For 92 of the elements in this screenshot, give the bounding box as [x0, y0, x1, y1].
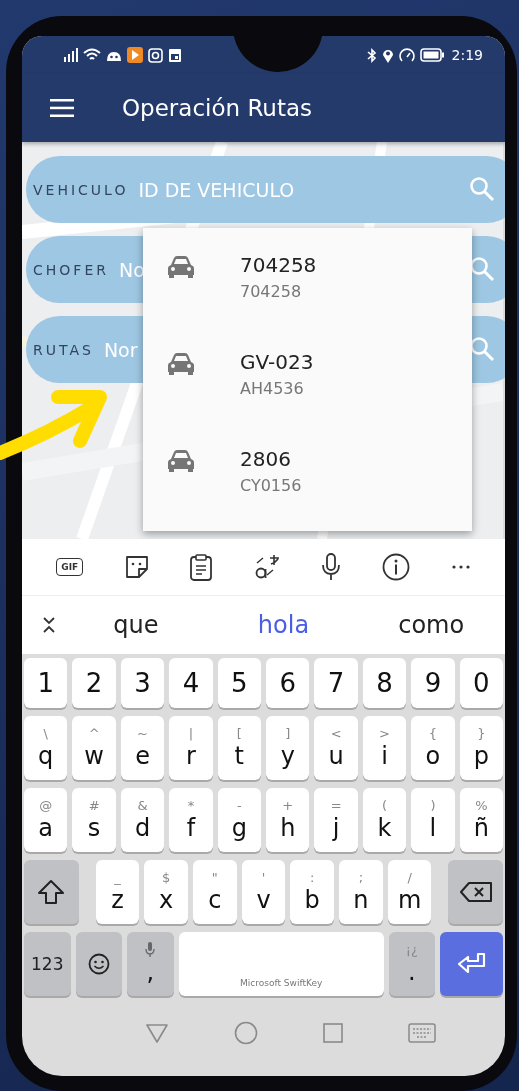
keyboard-key[interactable]: | r — [169, 716, 213, 780]
keyboard-key[interactable]: @ a — [24, 788, 68, 852]
more-icon[interactable] — [450, 564, 471, 570]
keyboard-key[interactable]: { o — [411, 716, 455, 780]
field-placeholder: Nor — [103, 338, 138, 361]
location-pin-icon — [381, 47, 394, 63]
dropdown-item[interactable]: GV-023 AH4536 — [143, 325, 472, 422]
keyboard-key[interactable]: ( k — [362, 788, 407, 852]
word-suggestion[interactable]: hola — [209, 611, 358, 639]
field-placeholder: No — [118, 258, 145, 281]
keyboard-key[interactable]: 1 — [24, 658, 68, 708]
keyboard-key[interactable]: _ z — [95, 860, 140, 924]
word-suggestion[interactable]: que — [62, 611, 210, 639]
item-title: 2806 — [240, 447, 292, 471]
keyboard-key[interactable]: + h — [266, 788, 310, 852]
car-icon — [167, 449, 195, 473]
sticker-icon[interactable] — [123, 554, 150, 580]
keyboard-key[interactable]: 5 — [217, 658, 262, 708]
item-subtitle: 704258 — [240, 282, 303, 301]
shift-icon — [37, 879, 66, 905]
keyboard-key[interactable]: 9 — [411, 658, 455, 708]
keyboard-key[interactable]: : b — [290, 860, 335, 924]
keyboard-key[interactable]: # s — [72, 788, 116, 852]
keyboard-key[interactable]: , — [127, 932, 174, 996]
back-icon[interactable] — [144, 1023, 169, 1043]
keyboard-key[interactable]: " c — [193, 860, 237, 924]
camera-icon — [148, 47, 163, 63]
keyboard-key[interactable]: * f — [169, 788, 213, 852]
info-icon[interactable] — [382, 553, 411, 581]
keyboard-key[interactable]: 8 — [362, 658, 407, 708]
keyboard-key[interactable]: > i — [362, 716, 407, 780]
smiley-icon — [87, 953, 110, 975]
keyboard-key[interactable]: 6 — [266, 658, 310, 708]
keyboard-key[interactable]: / m — [387, 860, 432, 924]
item-subtitle: CY0156 — [240, 476, 302, 495]
bluetooth-icon — [366, 47, 377, 63]
enter-icon — [455, 952, 488, 976]
status-time: 2:19 — [451, 47, 483, 63]
play-icon — [127, 47, 143, 63]
field-placeholder: ID DE VEHICULO — [138, 178, 295, 201]
keyboard-key[interactable]: = j — [314, 788, 358, 852]
microphone-icon[interactable] — [321, 553, 342, 581]
home-icon[interactable] — [233, 1021, 258, 1045]
field-label: CHOFER — [33, 261, 109, 278]
microphone-icon — [145, 942, 156, 958]
backspace-icon — [459, 882, 492, 902]
field-label: VEHICULO — [33, 181, 129, 198]
keyboard-key[interactable]: ; n — [339, 860, 383, 924]
gif-button[interactable]: GIF — [56, 558, 84, 576]
calendar-icon — [168, 47, 182, 63]
battery-icon — [419, 48, 445, 62]
car-icon — [167, 352, 195, 376]
keyboard-key[interactable]: < u — [314, 716, 358, 780]
keyboard-key[interactable]: \ q — [24, 716, 68, 780]
keyboard-key[interactable]: [ t — [217, 716, 262, 780]
item-title: GV-023 — [240, 350, 314, 374]
item-subtitle: AH4536 — [240, 379, 305, 398]
keyboard-key[interactable]: $ x — [144, 860, 188, 924]
keyboard-key[interactable]: % ñ — [459, 788, 504, 852]
car-icon — [167, 255, 195, 279]
signal-icon — [62, 48, 78, 62]
collapse-icon[interactable] — [42, 616, 56, 634]
field-label: RUTAS — [33, 341, 94, 358]
space-key[interactable]: Microsoft SwiftKey — [178, 932, 384, 996]
keyboard-key[interactable]: ' v — [241, 860, 286, 924]
clipboard-icon[interactable] — [190, 553, 213, 581]
dropdown-item[interactable]: 2806 CY0156 — [143, 422, 472, 519]
keyboard-key[interactable]: } p — [459, 716, 504, 780]
dropdown-item[interactable]: 704258 704258 — [143, 228, 472, 325]
backspace-key[interactable] — [448, 860, 504, 924]
keyboard-key[interactable]: ] y — [266, 716, 310, 780]
keyboard-key[interactable]: ^ w — [72, 716, 116, 780]
keyboard-key[interactable]: 4 — [169, 658, 213, 708]
item-title: 704258 — [240, 253, 317, 277]
keyboard-key[interactable]: - g — [217, 788, 262, 852]
search-field[interactable]: VEHICULO ID DE VEHICULO — [26, 156, 505, 223]
keyboard-key[interactable]: & d — [120, 788, 165, 852]
keyboard-key[interactable]: 3 — [120, 658, 165, 708]
emoji-key[interactable] — [75, 932, 123, 996]
keyboard-key[interactable]: 7 — [314, 658, 358, 708]
keyboard-key[interactable]: 0 — [459, 658, 504, 708]
keyboard-key[interactable]: ) l — [411, 788, 455, 852]
speedometer-icon — [398, 47, 415, 63]
word-suggestion[interactable]: como — [357, 611, 505, 639]
keyboard-key[interactable]: ¡¿ . — [388, 932, 436, 996]
keyboard-key[interactable]: 2 — [72, 658, 116, 708]
shift-key[interactable] — [24, 860, 79, 924]
keyboard-key[interactable]: ~ e — [120, 716, 165, 780]
enter-key[interactable] — [440, 932, 503, 996]
keyboard-key[interactable]: 123 — [24, 932, 71, 996]
app-title: Operación Rutas — [122, 95, 313, 121]
wifi-icon — [83, 48, 101, 62]
